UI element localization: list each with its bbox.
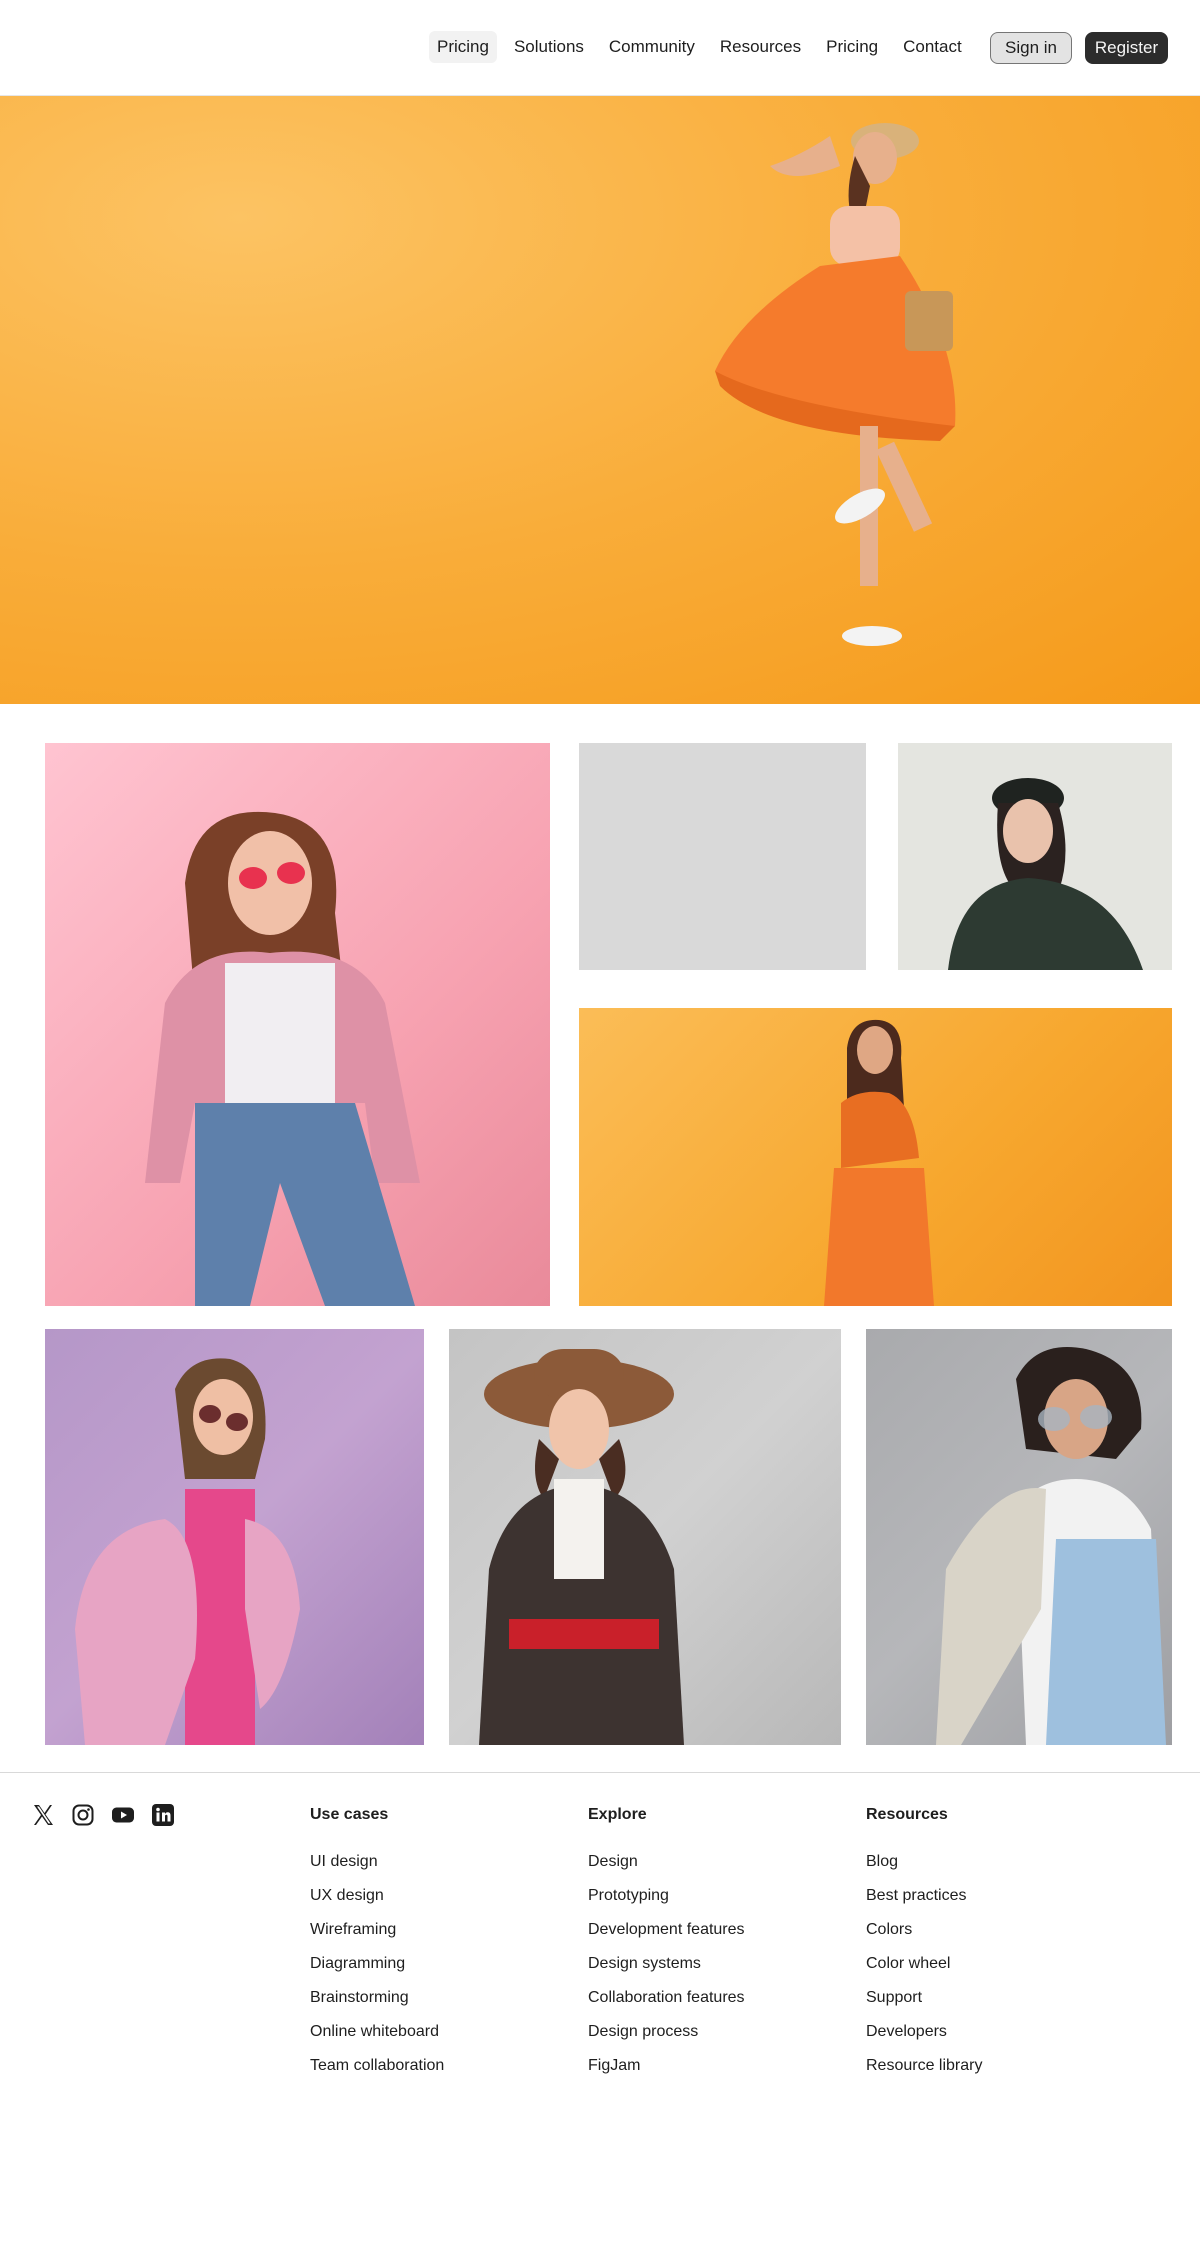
footer-link[interactable]: Colors bbox=[866, 1920, 982, 1940]
footer-column-title: Resources bbox=[866, 1806, 948, 1823]
nav-link-pricing[interactable]: Pricing bbox=[429, 31, 497, 63]
gallery-image-hat bbox=[449, 1329, 841, 1745]
footer-link[interactable]: Diagramming bbox=[310, 1954, 444, 1974]
x-icon[interactable] bbox=[31, 1803, 55, 1827]
footer-column-explore: Explore Design Prototyping Development f… bbox=[588, 1805, 745, 2090]
footer-link[interactable]: Developers bbox=[866, 2022, 982, 2042]
main-nav: Pricing Solutions Community Resources Pr… bbox=[429, 31, 979, 63]
footer-column-use-cases: Use cases UI design UX design Wireframin… bbox=[310, 1805, 444, 2090]
footer-link[interactable]: Design bbox=[588, 1852, 745, 1872]
footer-link[interactable]: Design systems bbox=[588, 1954, 745, 1974]
nav-link-pricing-2[interactable]: Pricing bbox=[818, 31, 886, 63]
nav-link-contact[interactable]: Contact bbox=[895, 31, 970, 63]
linkedin-icon[interactable] bbox=[151, 1803, 175, 1827]
gallery-image-pink bbox=[45, 743, 550, 1306]
footer-link[interactable]: FigJam bbox=[588, 2056, 745, 2076]
register-button[interactable]: Register bbox=[1085, 32, 1168, 64]
footer-link[interactable]: Design process bbox=[588, 2022, 745, 2042]
gallery-image-orange bbox=[579, 1008, 1172, 1306]
footer-link[interactable]: Blog bbox=[866, 1852, 982, 1872]
instagram-icon[interactable] bbox=[71, 1803, 95, 1827]
footer-link[interactable]: Prototyping bbox=[588, 1886, 745, 1906]
sign-in-button[interactable]: Sign in bbox=[990, 32, 1072, 64]
footer-column-resources: Resources Blog Best practices Colors Col… bbox=[866, 1805, 982, 2090]
footer-link[interactable]: Collaboration features bbox=[588, 1988, 745, 2008]
footer-link[interactable]: Brainstorming bbox=[310, 1988, 444, 2008]
footer-divider bbox=[0, 1772, 1200, 1773]
footer-link[interactable]: UX design bbox=[310, 1886, 444, 1906]
gallery-image-purple bbox=[45, 1329, 424, 1745]
nav-link-solutions[interactable]: Solutions bbox=[506, 31, 592, 63]
gallery-image-overalls bbox=[866, 1329, 1172, 1745]
social-links bbox=[31, 1803, 175, 1827]
gallery-image-cap bbox=[898, 743, 1172, 970]
footer-link[interactable]: Development features bbox=[588, 1920, 745, 1940]
hero-image bbox=[0, 96, 1200, 704]
footer-link[interactable]: Online whiteboard bbox=[310, 2022, 444, 2042]
footer-column-title: Explore bbox=[588, 1806, 647, 1823]
youtube-icon[interactable] bbox=[111, 1803, 135, 1827]
footer-link[interactable]: Best practices bbox=[866, 1886, 982, 1906]
footer-link[interactable]: Resource library bbox=[866, 2056, 982, 2076]
footer-link[interactable]: Color wheel bbox=[866, 1954, 982, 1974]
site-header: Pricing Solutions Community Resources Pr… bbox=[0, 0, 1200, 96]
footer-link[interactable]: Team collaboration bbox=[310, 2056, 444, 2076]
footer-column-title: Use cases bbox=[310, 1806, 389, 1823]
footer-link[interactable]: Support bbox=[866, 1988, 982, 2008]
footer-link[interactable]: Wireframing bbox=[310, 1920, 444, 1940]
gallery-image-placeholder bbox=[579, 743, 866, 970]
nav-link-community[interactable]: Community bbox=[601, 31, 703, 63]
nav-link-resources[interactable]: Resources bbox=[712, 31, 809, 63]
footer-link[interactable]: UI design bbox=[310, 1852, 444, 1872]
